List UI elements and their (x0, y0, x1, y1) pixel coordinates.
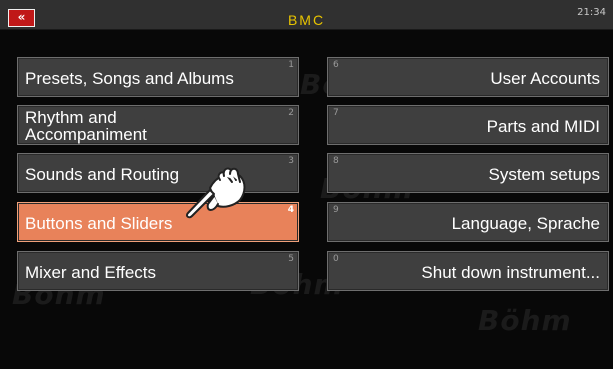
menu-button-number: 9 (333, 205, 339, 215)
menu-button-system-setups[interactable]: 8 System setups (327, 153, 609, 193)
menu-button-number: 3 (288, 156, 294, 166)
page-title: BMC (287, 12, 326, 28)
menu-button-user-accounts[interactable]: 6 User Accounts (327, 57, 609, 97)
menu-button-label: Rhythm and Accompaniment (25, 109, 147, 143)
menu-button-label: System setups (488, 165, 601, 184)
menu-button-number: 0 (333, 254, 339, 264)
menu-button-rhythm-accompaniment[interactable]: 2 Rhythm and Accompaniment (17, 105, 299, 145)
menu-button-label: Presets, Songs and Albums (25, 69, 234, 88)
menu-button-shut-down[interactable]: 0 Shut down instrument... (327, 251, 609, 291)
menu-button-number: 4 (287, 205, 294, 215)
bohm-watermark: Böhm (478, 304, 572, 337)
menu-button-number: 6 (333, 60, 339, 70)
menu-button-number: 7 (333, 108, 339, 118)
clock-display: 21:34 (577, 7, 606, 18)
menu-button-number: 1 (288, 60, 294, 70)
pointing-hand-icon (185, 167, 246, 219)
menu-button-label: Sounds and Routing (25, 165, 180, 184)
menu-button-language[interactable]: 9 Language, Sprache (327, 202, 609, 242)
menu-button-label: Shut down instrument... (421, 263, 600, 282)
menu-button-parts-midi[interactable]: 7 Parts and MIDI (327, 105, 609, 145)
menu-button-label: Mixer and Effects (25, 263, 157, 282)
menu-button-number: 8 (333, 156, 339, 166)
menu-button-number: 2 (288, 108, 294, 118)
menu-button-sounds-routing[interactable]: 3 Sounds and Routing (17, 153, 299, 193)
menu-button-buttons-sliders[interactable]: 4 Buttons and Sliders (17, 202, 299, 242)
menu-button-presets-songs-albums[interactable]: 1 Presets, Songs and Albums (17, 57, 299, 97)
header-bar: « BMC 21:34 (0, 0, 613, 30)
menu-button-mixer-effects[interactable]: 5 Mixer and Effects (17, 251, 299, 291)
menu-button-label-line2: Accompaniment (25, 125, 147, 144)
menu-button-label: User Accounts (490, 69, 600, 88)
menu-button-label: Parts and MIDI (486, 117, 600, 136)
menu-button-number: 5 (288, 254, 294, 264)
bmc-main-menu-screen: Böhm Böhm Böhm Böhm Böhm « BMC 21:34 1 P… (0, 0, 613, 369)
menu-button-label: Buttons and Sliders (25, 214, 173, 233)
menu-button-label: Language, Sprache (451, 214, 600, 233)
